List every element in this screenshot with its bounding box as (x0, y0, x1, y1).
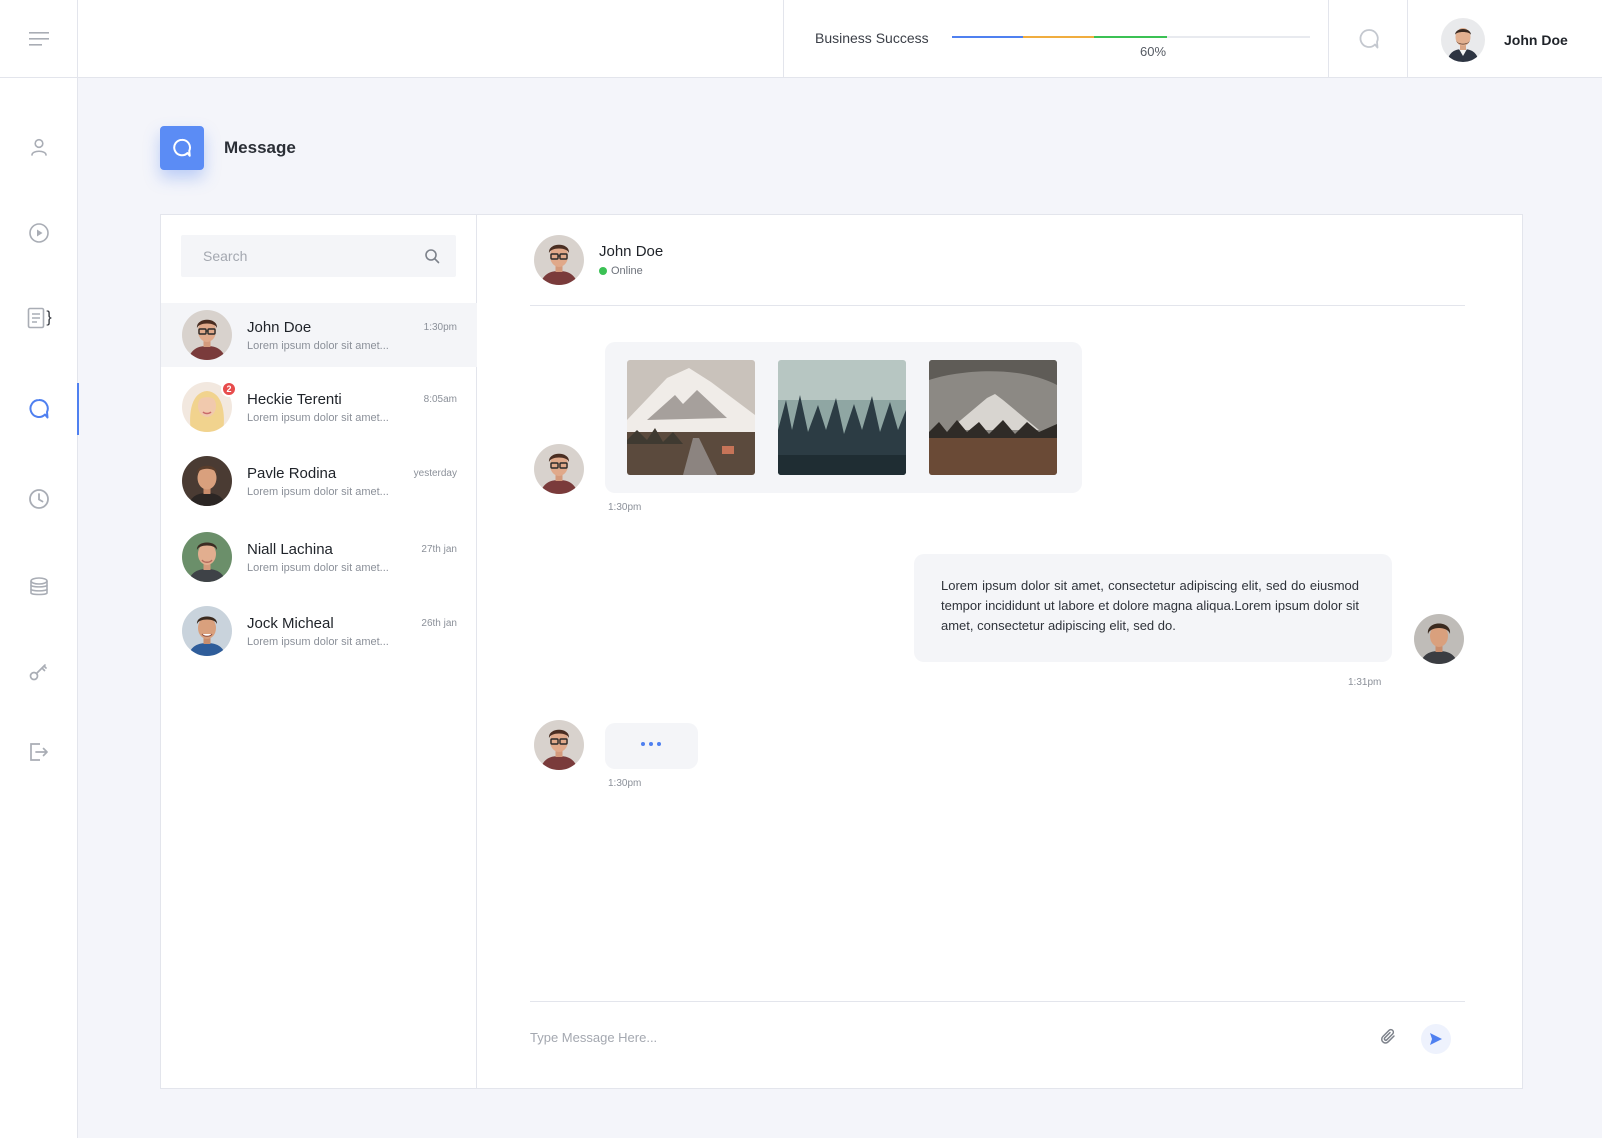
search-icon[interactable] (424, 248, 440, 264)
contact-item-jock-micheal[interactable]: Jock Micheal Lorem ipsum dolor sit amet.… (161, 599, 477, 663)
contact-preview: Lorem ipsum dolor sit amet... (247, 636, 389, 648)
sidebar-item-messages[interactable] (0, 383, 79, 435)
attach-button[interactable] (1377, 1025, 1401, 1049)
sidebar-item-history[interactable] (0, 473, 78, 525)
avatar (534, 720, 584, 770)
message-time: 1:31pm (1348, 677, 1382, 688)
menu-button[interactable] (0, 0, 78, 78)
typing-dots-icon (641, 742, 661, 746)
unread-badge: 2 (221, 381, 237, 397)
contact-time: 8:05am (423, 394, 457, 405)
divider (783, 0, 784, 78)
sidebar-item-media[interactable] (0, 207, 78, 259)
contact-time: 26th jan (421, 618, 457, 629)
clock-icon (29, 489, 49, 509)
contact-item-niall-lachina[interactable]: Niall Lachina Lorem ipsum dolor sit amet… (161, 525, 477, 589)
avatar[interactable] (1441, 18, 1485, 62)
avatar (182, 532, 232, 582)
document-icon (28, 307, 45, 329)
contact-list: John Doe Lorem ipsum dolor sit amet... 1… (161, 215, 477, 1088)
divider (530, 1001, 1465, 1002)
progress-label: Business Success (815, 30, 929, 46)
image-attachment[interactable] (929, 360, 1057, 475)
contact-preview: Lorem ipsum dolor sit amet... (247, 412, 389, 424)
sidebar-item-documents[interactable]: } (0, 292, 78, 344)
contact-item-pavle-rodina[interactable]: Pavle Rodina Lorem ipsum dolor sit amet.… (161, 449, 477, 513)
sidebar-item-profile[interactable] (0, 121, 78, 173)
progress-value: 60% (1140, 44, 1167, 59)
message-bubble: Lorem ipsum dolor sit amet, consectetur … (914, 554, 1392, 662)
logout-icon (30, 743, 48, 761)
status-badge: Online (599, 265, 643, 277)
avatar (182, 606, 232, 656)
paperclip-icon (1381, 1028, 1395, 1044)
progress-fill (952, 36, 1167, 38)
contact-time: 27th jan (421, 544, 457, 555)
database-icon (30, 577, 48, 596)
send-icon (1430, 1033, 1442, 1045)
chat-contact-name: John Doe (599, 243, 664, 260)
sidebar-item-logout[interactable] (0, 726, 78, 778)
avatar[interactable] (534, 235, 584, 285)
sidebar-item-security[interactable] (0, 645, 78, 697)
play-circle-icon (29, 223, 49, 243)
chat-bubble-icon (1359, 29, 1379, 49)
progress-bar (952, 36, 1310, 38)
sidebar: } (0, 78, 79, 1138)
message-text: Lorem ipsum dolor sit amet, consectetur … (941, 578, 1359, 633)
divider (530, 305, 1465, 306)
typing-indicator (605, 723, 698, 769)
top-bar: Business Success 60% John Doe (0, 0, 1602, 78)
messages-button[interactable] (1329, 0, 1408, 78)
image-attachment[interactable] (778, 360, 906, 475)
contact-time: yesterday (413, 468, 457, 479)
message-time: 1:30pm (608, 502, 642, 513)
contact-time: 1:30pm (423, 322, 457, 333)
status-text: Online (611, 265, 643, 277)
page-title: Message (224, 138, 296, 157)
avatar (534, 444, 584, 494)
divider (1407, 0, 1408, 78)
search-input[interactable] (181, 235, 416, 277)
contact-name: Jock Micheal (247, 615, 334, 632)
avatar (1414, 614, 1464, 664)
contact-name: Heckie Terenti (247, 391, 342, 408)
search-box (181, 235, 456, 277)
contact-item-john-doe[interactable]: John Doe Lorem ipsum dolor sit amet... 1… (161, 303, 477, 367)
user-icon (31, 138, 47, 156)
online-dot-icon (599, 267, 607, 275)
message-bubble (605, 342, 1082, 493)
key-icon (29, 664, 47, 681)
image-attachment[interactable] (627, 360, 755, 475)
chat-window: John Doe Online 1:30pm Lorem ipsum dolor… (477, 215, 1522, 1088)
avatar (182, 310, 232, 360)
contact-preview: Lorem ipsum dolor sit amet... (247, 486, 389, 498)
hamburger-icon (28, 32, 49, 46)
message-time: 1:30pm (608, 778, 642, 789)
sidebar-item-database[interactable] (0, 561, 78, 613)
message-input[interactable] (530, 1021, 1310, 1053)
chat-bubble-icon (173, 138, 191, 157)
messages-panel: John Doe Lorem ipsum dolor sit amet... 1… (160, 214, 1523, 1089)
page-title-icon (160, 126, 204, 170)
user-name[interactable]: John Doe (1504, 32, 1568, 48)
contact-preview: Lorem ipsum dolor sit amet... (247, 340, 389, 352)
chat-bubble-icon (29, 398, 49, 419)
contact-name: Pavle Rodina (247, 465, 337, 482)
contact-preview: Lorem ipsum dolor sit amet... (247, 562, 389, 574)
avatar (182, 456, 232, 506)
contact-name: John Doe (247, 319, 312, 336)
contact-name: Niall Lachina (247, 541, 333, 558)
send-button[interactable] (1421, 1024, 1451, 1054)
contact-item-heckie-terenti[interactable]: 2 Heckie Terenti Lorem ipsum dolor sit a… (161, 375, 477, 439)
